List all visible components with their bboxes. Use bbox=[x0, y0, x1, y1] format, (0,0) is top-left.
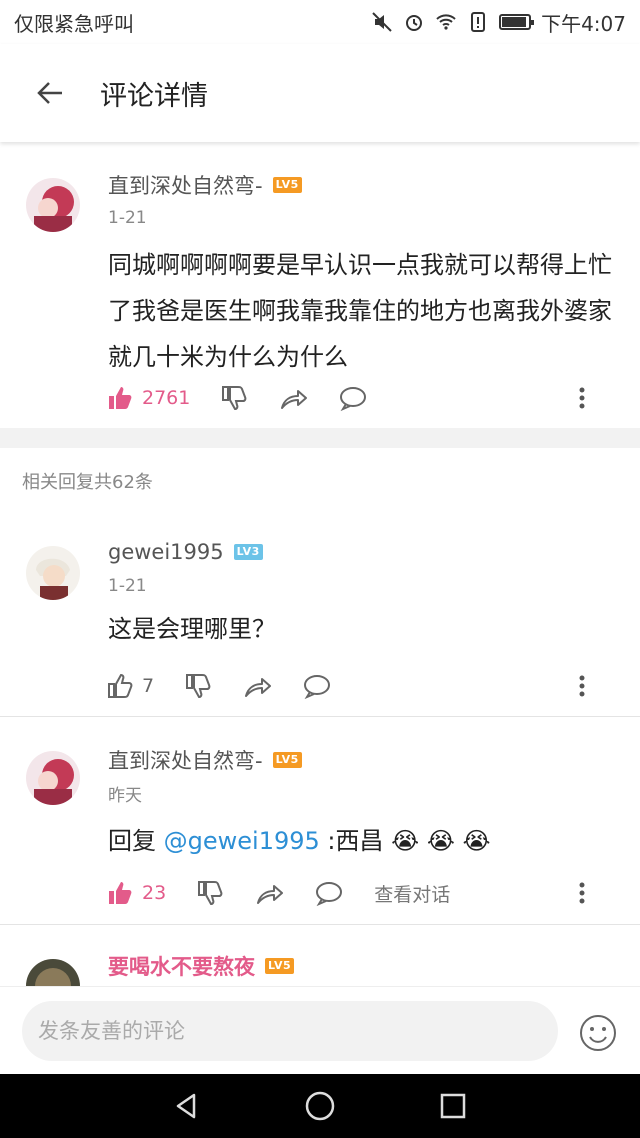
reply-body: :西昌 bbox=[319, 827, 384, 855]
view-conversation-link[interactable]: 查看对话 bbox=[374, 880, 450, 907]
share-icon bbox=[245, 678, 272, 697]
wifi-icon bbox=[435, 11, 457, 33]
crying-emoji: 😭 bbox=[426, 827, 455, 855]
alarm-icon bbox=[403, 11, 425, 33]
share-icon bbox=[257, 885, 284, 904]
page-title: 评论详情 bbox=[100, 80, 208, 112]
arrow-left-icon bbox=[37, 82, 62, 104]
comment-actions: 7 bbox=[106, 668, 620, 704]
like-button[interactable]: 7 bbox=[106, 672, 154, 700]
dislike-button[interactable] bbox=[220, 384, 248, 412]
like-button[interactable]: 2761 bbox=[106, 384, 190, 412]
username[interactable]: 要喝水不要熬夜 bbox=[108, 951, 255, 981]
like-button[interactable]: 23 bbox=[106, 879, 166, 907]
nav-recents-button[interactable] bbox=[433, 1086, 473, 1126]
comment-date: 1-21 bbox=[108, 208, 147, 228]
status-icons: 下午4:07 bbox=[371, 8, 626, 37]
comment-text: 这是会理哪里？ bbox=[108, 615, 276, 643]
share-button[interactable] bbox=[242, 672, 272, 700]
mention-link[interactable]: @gewei1995 bbox=[164, 827, 320, 855]
like-count: 23 bbox=[142, 882, 167, 904]
battery-icon bbox=[499, 14, 535, 30]
dislike-button[interactable] bbox=[196, 879, 224, 907]
avatar[interactable] bbox=[26, 959, 80, 986]
nav-home-button[interactable] bbox=[300, 1086, 340, 1126]
level-badge: LV5 bbox=[265, 958, 295, 974]
comment-text: 回复 @gewei1995 :西昌 😭 😭 😭 bbox=[108, 821, 618, 861]
dislike-button[interactable] bbox=[184, 672, 212, 700]
reply-button[interactable] bbox=[338, 384, 368, 412]
reply-item: 要喝水不要熬夜 LV5 bbox=[0, 925, 640, 986]
share-icon bbox=[281, 390, 308, 409]
comment-date: 昨天 bbox=[108, 786, 142, 806]
reply-prefix: 回复 bbox=[108, 827, 164, 855]
thumbs-up-icon bbox=[108, 673, 133, 698]
comment-bubble-icon bbox=[316, 882, 343, 907]
reply-button[interactable] bbox=[302, 672, 332, 700]
avatar[interactable] bbox=[26, 178, 80, 232]
level-badge: LV5 bbox=[272, 177, 302, 193]
reply-item: 直到深处自然弯- LV5 昨天 回复 @gewei1995 :西昌 😭 😭 😭 … bbox=[0, 717, 640, 923]
reply-item: gewei1995 LV3 1-21 这是会理哪里？ 7 bbox=[0, 520, 640, 716]
more-vertical-icon bbox=[579, 387, 585, 409]
level-badge: LV3 bbox=[233, 544, 263, 560]
reply-button[interactable] bbox=[314, 879, 344, 907]
share-button[interactable] bbox=[254, 879, 284, 907]
thumbs-down-icon bbox=[222, 386, 247, 411]
main-comment: 直到深处自然弯- LV5 1-21 同城啊啊啊啊要是早认识一点我就可以帮得上忙了… bbox=[0, 142, 640, 428]
username[interactable]: 直到深处自然弯- bbox=[108, 170, 263, 200]
like-count: 7 bbox=[142, 675, 155, 697]
username[interactable]: 直到深处自然弯- bbox=[108, 745, 263, 775]
more-vertical-icon bbox=[579, 882, 585, 904]
nav-back-button[interactable] bbox=[167, 1086, 207, 1126]
sim-alert-icon bbox=[467, 11, 489, 33]
avatar[interactable] bbox=[26, 546, 80, 600]
avatar[interactable] bbox=[26, 751, 80, 805]
carrier-text: 仅限紧急呼叫 bbox=[14, 11, 134, 36]
emoji-button[interactable] bbox=[578, 1013, 618, 1053]
level-badge: LV5 bbox=[272, 752, 302, 768]
system-nav-bar bbox=[0, 1074, 640, 1138]
username[interactable]: gewei1995 bbox=[108, 540, 224, 564]
circle-home-icon bbox=[305, 1091, 335, 1121]
thumbs-up-icon bbox=[109, 882, 132, 904]
comment-bubble-icon bbox=[340, 387, 367, 412]
more-options-button[interactable] bbox=[564, 668, 600, 704]
crying-emoji: 😭 bbox=[462, 827, 491, 855]
more-options-button[interactable] bbox=[564, 875, 600, 911]
comment-input-bar bbox=[0, 986, 640, 1075]
comment-bubble-icon bbox=[304, 675, 331, 700]
smiley-icon bbox=[580, 1015, 616, 1051]
comment-actions: 23 查看对话 bbox=[106, 875, 620, 911]
app-header: 评论详情 bbox=[0, 44, 640, 142]
section-gap bbox=[0, 428, 640, 448]
more-options-button[interactable] bbox=[564, 380, 600, 416]
comment-actions: 2761 bbox=[106, 380, 620, 416]
square-recents-icon bbox=[441, 1093, 466, 1119]
related-replies-header: 相关回复共62条 bbox=[22, 472, 153, 493]
thumbs-up-icon bbox=[109, 387, 132, 409]
more-vertical-icon bbox=[579, 675, 585, 697]
thumbs-down-icon bbox=[186, 674, 211, 699]
comment-date: 1-21 bbox=[108, 576, 147, 596]
crying-emoji: 😭 bbox=[391, 827, 420, 855]
mute-icon bbox=[371, 11, 393, 33]
comment-input[interactable] bbox=[22, 1001, 558, 1061]
thumbs-down-icon bbox=[198, 881, 223, 906]
back-button[interactable] bbox=[0, 44, 100, 142]
status-bar: 仅限紧急呼叫 下午4:07 bbox=[0, 0, 640, 44]
share-button[interactable] bbox=[278, 384, 308, 412]
clock-text: 下午4:07 bbox=[541, 11, 626, 36]
comment-text: 同城啊啊啊啊要是早认识一点我就可以帮得上忙了我爸是医生啊我靠我靠住的地方也离我外… bbox=[108, 251, 612, 371]
like-count: 2761 bbox=[142, 387, 191, 409]
triangle-back-icon bbox=[176, 1093, 195, 1119]
